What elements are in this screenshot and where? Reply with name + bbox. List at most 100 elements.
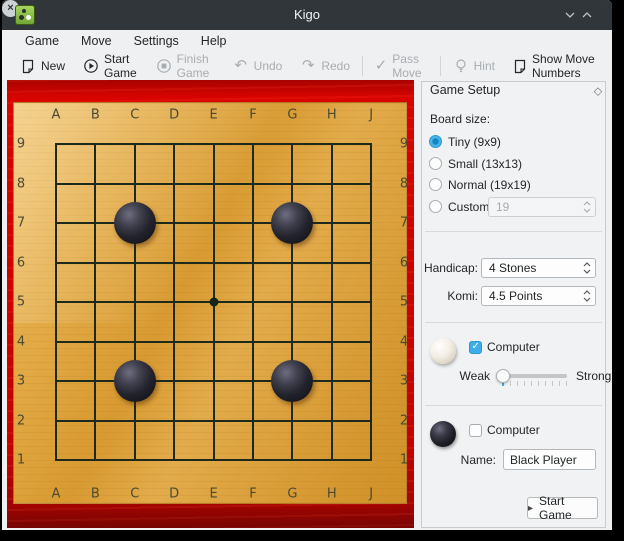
chevron-down-icon <box>562 7 578 23</box>
custom-size-spinbox[interactable]: 19 <box>488 197 596 217</box>
board-size-label: Board size: <box>430 112 490 126</box>
radio-small[interactable] <box>429 157 442 170</box>
strength-slider-ticks <box>503 381 567 386</box>
spinner-arrows-icon[interactable] <box>579 290 595 302</box>
radio-normal-label[interactable]: Normal (19x19) <box>448 178 531 192</box>
undo-button[interactable]: ↶ Undo <box>224 54 292 78</box>
board-col-label-top: J <box>369 108 373 123</box>
app-window: Kigo × Game Move Settings Help New Start… <box>2 0 612 530</box>
board-col-label-bottom: D <box>169 487 179 502</box>
board-col-label-top: A <box>52 108 61 123</box>
checkmark-icon: ✓ <box>375 58 388 74</box>
weak-label: Weak <box>460 369 490 383</box>
black-computer-label[interactable]: Computer <box>487 423 540 437</box>
grid-hline <box>55 380 372 382</box>
board-col-label-top: F <box>249 108 256 123</box>
hoshi-point <box>209 298 218 307</box>
maximize-button[interactable] <box>579 7 595 23</box>
board-col-label-bottom: B <box>91 487 100 502</box>
titlebar[interactable]: Kigo × <box>2 0 612 30</box>
menu-game[interactable]: Game <box>2 30 70 52</box>
lightbulb-icon <box>453 58 469 74</box>
go-board-grid: AABBCCDDEEFFGGHHJJ998877665544332211 <box>7 80 414 528</box>
grid-vline <box>252 143 254 461</box>
radio-tiny-label[interactable]: Tiny (9x9) <box>448 135 501 149</box>
board-row-label-left: 6 <box>17 255 25 270</box>
komi-value: 4.5 Points <box>482 289 579 303</box>
pass-move-button[interactable]: ✓ Pass Move <box>366 54 437 78</box>
play-arrow-icon: ▸ <box>528 503 533 514</box>
toolbar-separator <box>440 56 441 76</box>
numbered-document-icon <box>513 58 527 74</box>
board-col-label-top: C <box>130 108 139 123</box>
name-label: Name: <box>461 453 496 467</box>
new-document-icon <box>20 58 36 74</box>
toolbar: New Start Game Finish Game ↶ Undo ↷ Redo… <box>2 52 612 80</box>
dock-float-icon[interactable]: ◇ <box>594 85 602 98</box>
grid-vline <box>370 143 372 461</box>
board-col-label-top: H <box>327 108 337 123</box>
black-stone-g3 <box>271 360 313 402</box>
radio-custom[interactable] <box>429 200 442 213</box>
board-col-label-bottom: H <box>327 487 337 502</box>
board-row-label-left: 8 <box>17 176 25 191</box>
new-button[interactable]: New <box>11 54 74 78</box>
separator <box>425 231 602 232</box>
radio-tiny[interactable] <box>429 135 442 148</box>
komi-label: Komi: <box>447 289 478 303</box>
black-stone-c7 <box>114 202 156 244</box>
hint-button[interactable]: Hint <box>444 54 504 78</box>
board-row-label-left: 4 <box>17 334 25 349</box>
redo-label: Redo <box>321 59 350 73</box>
board-row-label-left: 9 <box>17 137 25 152</box>
window-title: Kigo <box>2 0 612 30</box>
undo-label: Undo <box>254 59 283 73</box>
board-row-label-left: 7 <box>17 216 25 231</box>
spinner-arrows-icon[interactable] <box>579 201 595 213</box>
pass-move-label: Pass Move <box>392 52 428 80</box>
grid-vline <box>291 143 293 461</box>
show-move-numbers-button[interactable]: Show Move Numbers <box>504 54 612 78</box>
finish-game-button[interactable]: Finish Game <box>147 54 224 78</box>
board-row-label-left: 1 <box>17 453 25 468</box>
separator <box>425 405 602 406</box>
show-move-numbers-label: Show Move Numbers <box>532 52 603 80</box>
board-col-label-top: E <box>209 108 217 123</box>
board-row-label-right: 2 <box>400 413 408 428</box>
board-row-label-right: 8 <box>400 176 408 191</box>
black-computer-checkbox[interactable] <box>469 424 482 437</box>
start-game-toolbar-button[interactable]: Start Game <box>74 54 147 78</box>
minimize-button[interactable] <box>562 7 578 23</box>
board-row-label-left: 2 <box>17 413 25 428</box>
menu-settings[interactable]: Settings <box>123 30 190 52</box>
board-red-frame: AABBCCDDEEFFGGHHJJ998877665544332211 <box>7 80 414 528</box>
board-col-label-bottom: J <box>369 487 373 502</box>
komi-spinbox[interactable]: 4.5 Points <box>481 286 596 306</box>
board-row-label-right: 5 <box>400 295 408 310</box>
black-player-name-input[interactable] <box>503 449 596 470</box>
play-circle-icon <box>83 58 99 74</box>
new-label: New <box>41 59 65 73</box>
white-computer-checkbox[interactable] <box>469 341 482 354</box>
strength-slider-handle[interactable] <box>496 369 510 383</box>
handicap-spinbox[interactable]: 4 Stones <box>481 258 596 278</box>
radio-normal[interactable] <box>429 178 442 191</box>
handicap-value: 4 Stones <box>482 261 579 275</box>
custom-size-value: 19 <box>489 200 579 214</box>
finish-game-label: Finish Game <box>177 52 215 80</box>
board-col-label-top: G <box>287 108 297 123</box>
board-row-label-right: 3 <box>400 374 408 389</box>
radio-small-label[interactable]: Small (13x13) <box>448 157 522 171</box>
grid-vline <box>331 143 333 461</box>
white-computer-label[interactable]: Computer <box>487 340 540 354</box>
radio-custom-label[interactable]: Custom: <box>448 200 493 214</box>
menu-help[interactable]: Help <box>190 30 238 52</box>
grid-hline <box>55 341 372 343</box>
board-col-label-bottom: E <box>209 487 217 502</box>
board-row-label-right: 4 <box>400 334 408 349</box>
spinner-arrows-icon[interactable] <box>579 262 595 274</box>
redo-button[interactable]: ↷ Redo <box>291 54 359 78</box>
menu-move[interactable]: Move <box>70 30 123 52</box>
start-game-button[interactable]: ▸ Start Game <box>527 497 598 519</box>
board-row-label-left: 5 <box>17 295 25 310</box>
